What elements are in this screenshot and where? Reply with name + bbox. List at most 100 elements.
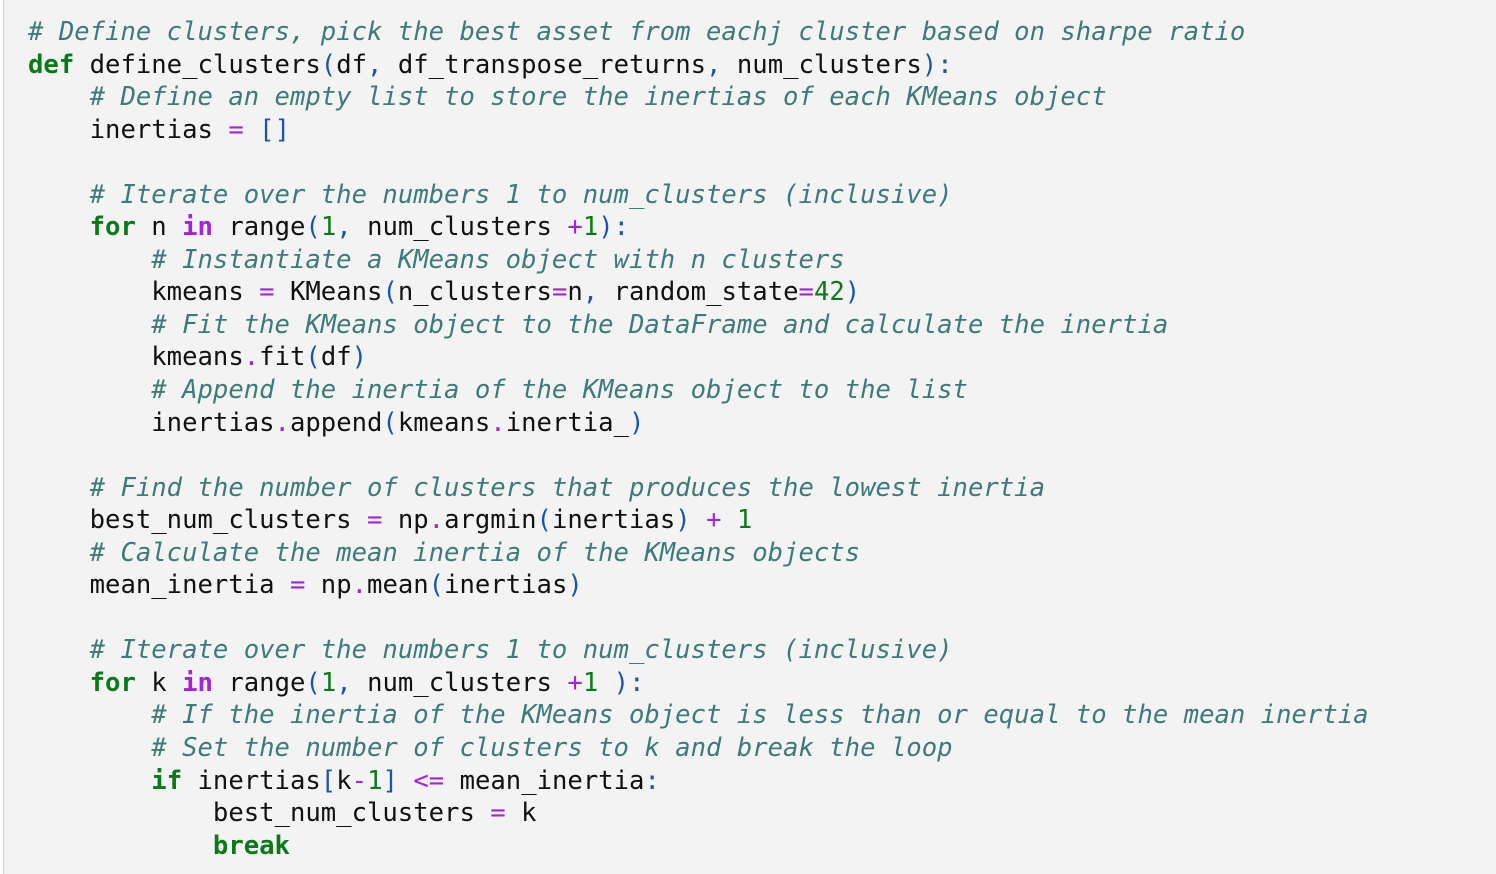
code-operator: . bbox=[490, 407, 506, 438]
code-number: 1 bbox=[320, 667, 337, 698]
code-operator: = bbox=[259, 277, 275, 308]
code-punctuation: [ bbox=[320, 765, 337, 796]
code-cell[interactable]: # Define clusters, pick the best asset f… bbox=[3, 0, 1496, 874]
code-text: num_clusters bbox=[351, 667, 568, 698]
code-line: # Set the number of clusters to k and br… bbox=[28, 732, 1369, 765]
code-keyword: if bbox=[151, 765, 183, 796]
code-punctuation: ) bbox=[351, 342, 368, 373]
code-text: mean_inertia bbox=[444, 765, 645, 796]
code-line: # Iterate over the numbers 1 to num_clus… bbox=[28, 634, 1369, 667]
code-comment: # Iterate over the numbers 1 to num_clus… bbox=[89, 179, 953, 210]
code-operator: = bbox=[228, 114, 244, 145]
code-line: inertias = [] bbox=[28, 114, 1369, 147]
code-number: 1 bbox=[320, 212, 337, 243]
code-comment: # Append the inertia of the KMeans objec… bbox=[151, 375, 968, 406]
code-comment: # Calculate the mean inertia of the KMea… bbox=[89, 537, 861, 568]
code-text: np bbox=[382, 505, 429, 536]
code-operator: - bbox=[351, 765, 368, 796]
code-text: range bbox=[212, 212, 306, 243]
code-text: k bbox=[336, 765, 352, 796]
code-punctuation: ( bbox=[305, 342, 321, 373]
code-line: # Instantiate a KMeans object with n clu… bbox=[28, 244, 1369, 277]
code-keyword-operator: in bbox=[182, 212, 213, 243]
code-line: # Append the inertia of the KMeans objec… bbox=[28, 374, 1369, 407]
code-punctuation: , bbox=[336, 667, 352, 698]
code-text: k bbox=[505, 798, 537, 829]
code-line: for k in range(1, num_clusters +1 ): bbox=[28, 667, 1369, 700]
code-comment: # Instantiate a KMeans object with n clu… bbox=[151, 244, 845, 275]
code-text: inertias bbox=[28, 114, 229, 145]
code-punctuation: , bbox=[336, 212, 352, 243]
code-comment: # Define clusters, pick the best asset f… bbox=[28, 17, 1246, 47]
code-punctuation: , bbox=[706, 49, 722, 80]
code-operator: = bbox=[490, 798, 506, 829]
code-line: break bbox=[28, 830, 1369, 863]
code-comment: # If the inertia of the KMeans object is… bbox=[151, 700, 1369, 731]
code-line: # Find the number of clusters that produ… bbox=[28, 472, 1369, 505]
code-text: inertias bbox=[444, 570, 568, 601]
code-punctuation: ) bbox=[675, 505, 691, 536]
code-line: # Define clusters, pick the best asset f… bbox=[28, 16, 1369, 49]
code-punctuation: ( bbox=[305, 667, 321, 698]
code-line: best_num_clusters = np.argmin(inertias) … bbox=[28, 504, 1369, 537]
code-text: n_clusters bbox=[397, 277, 552, 308]
code-operator: . bbox=[243, 342, 260, 373]
code-text: argmin bbox=[444, 505, 537, 536]
code-text: best_num_clusters bbox=[28, 798, 491, 829]
code-line: # Calculate the mean inertia of the KMea… bbox=[28, 537, 1369, 570]
code-line: def define_clusters(df, df_transpose_ret… bbox=[28, 49, 1369, 82]
code-text: fit bbox=[259, 342, 306, 373]
code-text: n bbox=[135, 212, 183, 243]
code-number: 1 bbox=[582, 667, 599, 698]
code-text: n bbox=[567, 277, 583, 308]
code-punctuation: ( bbox=[305, 212, 321, 243]
code-operator: . bbox=[274, 407, 290, 438]
code-line: kmeans = KMeans(n_clusters=n, random_sta… bbox=[28, 276, 1369, 309]
code-text: df bbox=[320, 342, 352, 373]
code-punctuation: ): bbox=[921, 49, 953, 80]
code-line: if inertias[k-1] <= mean_inertia: bbox=[28, 765, 1369, 798]
code-comment: # Set the number of clusters to k and br… bbox=[151, 733, 953, 764]
code-text: inertia_ bbox=[505, 407, 629, 438]
code-number: 42 bbox=[813, 277, 845, 308]
code-operator: = bbox=[367, 505, 383, 536]
code-line: # Define an empty list to store the iner… bbox=[28, 81, 1369, 114]
code-line: # If the inertia of the KMeans object is… bbox=[28, 699, 1369, 732]
code-punctuation: ( bbox=[320, 49, 337, 80]
code-line: # Fit the KMeans object to the DataFrame… bbox=[28, 309, 1369, 342]
code-text: np bbox=[305, 570, 352, 601]
code-operator: <= bbox=[413, 765, 445, 796]
code-comment: # Iterate over the numbers 1 to num_clus… bbox=[89, 635, 953, 666]
code-punctuation: ) bbox=[844, 277, 861, 308]
code-operator: . bbox=[351, 570, 368, 601]
code-operator: + bbox=[706, 505, 722, 536]
code-keyword-operator: in bbox=[182, 667, 213, 698]
code-text: define_clusters bbox=[74, 49, 321, 80]
code-punctuation: ) bbox=[629, 407, 645, 438]
code-text: mean bbox=[367, 570, 429, 601]
code-punctuation: : bbox=[644, 765, 660, 796]
code-text: kmeans bbox=[28, 277, 260, 308]
code-editor[interactable]: # Define clusters, pick the best asset f… bbox=[28, 16, 1369, 862]
code-text: df_transpose_returns bbox=[382, 49, 707, 80]
code-keyword: for bbox=[89, 667, 136, 698]
code-comment: # Fit the KMeans object to the DataFrame… bbox=[151, 309, 1169, 340]
code-punctuation: ( bbox=[382, 407, 398, 438]
code-operator: + bbox=[567, 212, 583, 243]
